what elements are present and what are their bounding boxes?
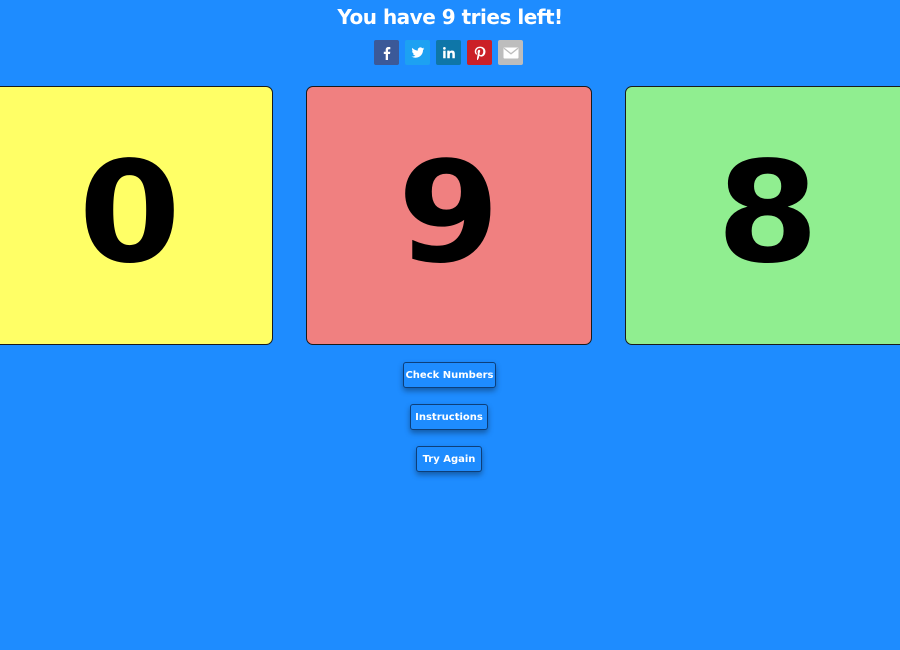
linkedin-icon	[442, 46, 455, 58]
card-digit: 9	[397, 131, 501, 295]
try-again-button[interactable]: Try Again	[416, 446, 482, 472]
number-card-3[interactable]: 8	[625, 86, 900, 345]
instructions-button[interactable]: Instructions	[410, 404, 488, 430]
pinterest-icon	[474, 46, 485, 60]
twitter-icon	[411, 46, 424, 58]
number-card-2[interactable]: 9	[306, 86, 592, 345]
number-card-1[interactable]: 0	[0, 86, 273, 345]
check-numbers-button[interactable]: Check Numbers	[403, 362, 496, 388]
email-share-button[interactable]	[498, 40, 523, 65]
share-bar	[374, 40, 523, 65]
page-title: You have 9 tries left!	[337, 5, 563, 29]
twitter-share-button[interactable]	[405, 40, 430, 65]
facebook-share-button[interactable]	[374, 40, 399, 65]
pinterest-share-button[interactable]	[467, 40, 492, 65]
email-icon	[503, 47, 518, 58]
facebook-icon	[383, 46, 390, 60]
card-digit: 0	[78, 131, 182, 295]
card-digit: 8	[716, 131, 820, 295]
linkedin-share-button[interactable]	[436, 40, 461, 65]
